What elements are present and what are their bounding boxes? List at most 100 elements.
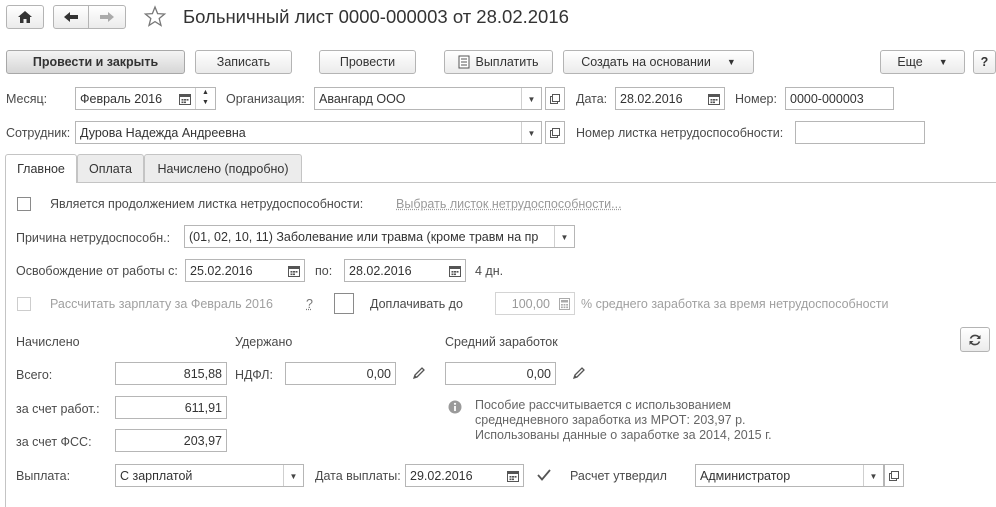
extra-pay-field[interactable]: 100,00 — [495, 292, 575, 315]
release-from-field[interactable]: 25.02.2016 — [185, 259, 305, 282]
pencil-icon[interactable] — [572, 366, 586, 383]
date-field[interactable]: 28.02.2016 — [615, 87, 725, 110]
tab-content-border — [5, 182, 6, 507]
release-to-label: по: — [315, 264, 333, 278]
back-button[interactable] — [53, 5, 89, 29]
stepper-icon[interactable]: ▲ ▼ — [195, 88, 215, 109]
release-to-value: 28.02.2016 — [349, 263, 412, 278]
employee-label: Сотрудник: — [6, 126, 71, 140]
more-button[interactable]: Еще ▼ — [880, 50, 965, 74]
number-value: 0000-000003 — [790, 91, 864, 106]
calendar-icon[interactable] — [288, 265, 300, 280]
sheet-number-label: Номер листка нетрудоспособности: — [576, 126, 784, 140]
month-value: Февраль 2016 — [80, 91, 163, 106]
create-based-on-button[interactable]: Создать на основании ▼ — [563, 50, 754, 74]
date-value: 28.02.2016 — [620, 91, 683, 106]
calc-salary-checkbox[interactable] — [17, 297, 31, 311]
calendar-icon[interactable] — [179, 93, 191, 108]
calendar-icon[interactable] — [449, 265, 461, 280]
month-label: Месяц: — [6, 92, 48, 106]
extra-pay-label: Доплачивать до — [370, 297, 463, 311]
info-line-2: среднедневного заработка из МРОТ: 203,97… — [475, 413, 746, 427]
chevron-down-icon[interactable]: ▼ — [554, 226, 574, 247]
payout-date-field[interactable]: 29.02.2016 — [405, 464, 524, 487]
reason-field[interactable]: (01, 02, 10, 11) Заболевание или травма … — [184, 225, 575, 248]
sheet-number-field[interactable] — [795, 121, 925, 144]
payout-date-value: 29.02.2016 — [410, 468, 473, 483]
post-and-close-button[interactable]: Провести и закрыть — [6, 50, 185, 74]
favorite-star-icon[interactable] — [143, 5, 167, 29]
calculator-icon[interactable] — [559, 298, 570, 313]
organization-label: Организация: — [226, 92, 305, 106]
release-label: Освобождение от работы с: — [16, 264, 178, 278]
pay-button[interactable]: Выплатить — [444, 50, 553, 74]
open-link-icon — [550, 93, 560, 104]
page-title: Больничный лист 0000-000003 от 28.02.201… — [183, 6, 569, 27]
calendar-icon[interactable] — [507, 470, 519, 485]
save-button[interactable]: Записать — [195, 50, 292, 74]
help-button[interactable]: ? — [973, 50, 996, 74]
month-field[interactable]: Февраль 2016 ▲ ▼ — [75, 87, 216, 110]
employer-label: за счет работ.: — [16, 402, 100, 416]
more-button-label: Еще — [897, 55, 923, 69]
organization-field[interactable]: Авангард ООО ▼ — [314, 87, 542, 110]
payout-field[interactable]: С зарплатой ▼ — [115, 464, 304, 487]
choose-sheet-link[interactable]: Выбрать листок нетрудоспособности... — [396, 197, 622, 211]
tab-accrued-detail[interactable]: Начислено (подробно) — [144, 154, 302, 182]
chevron-down-icon[interactable]: ▼ — [521, 122, 541, 143]
chevron-down-icon[interactable]: ▼ — [521, 88, 541, 109]
create-based-on-label: Создать на основании — [581, 55, 711, 69]
refresh-button[interactable] — [960, 327, 990, 352]
post-button[interactable]: Провести — [319, 50, 416, 74]
number-label: Номер: — [735, 92, 777, 106]
approved-checkbox[interactable] — [536, 467, 552, 483]
chevron-down-icon[interactable]: ▼ — [863, 465, 883, 486]
arrow-right-icon — [100, 12, 114, 22]
extra-pay-suffix: % среднего заработка за время нетрудоспо… — [581, 297, 889, 311]
accrued-header: Начислено — [16, 335, 80, 349]
total-field[interactable]: 815,88 — [115, 362, 227, 385]
continuation-checkbox[interactable] — [17, 197, 31, 211]
open-approver-button[interactable] — [884, 464, 904, 487]
extra-pay-checkbox[interactable] — [334, 293, 354, 314]
refresh-icon — [969, 334, 981, 345]
arrow-left-icon — [64, 12, 78, 22]
tab-main[interactable]: Главное — [5, 154, 77, 183]
reason-value: (01, 02, 10, 11) Заболевание или травма … — [189, 229, 539, 244]
home-button[interactable] — [6, 5, 44, 29]
employer-field[interactable]: 611,91 — [115, 396, 227, 419]
release-from-value: 25.02.2016 — [190, 263, 253, 278]
approved-by-value: Администратор — [700, 468, 791, 483]
reason-label: Причина нетрудоспособн.: — [16, 231, 171, 245]
chevron-down-icon: ▼ — [938, 57, 948, 67]
employee-value: Дурова Надежда Андреевна — [80, 125, 246, 140]
open-employee-button[interactable] — [545, 121, 565, 144]
ndfl-label: НДФЛ: — [235, 368, 273, 382]
payout-label: Выплата: — [16, 469, 71, 483]
tab-strip-line — [5, 182, 996, 183]
release-to-field[interactable]: 28.02.2016 — [344, 259, 466, 282]
home-icon — [18, 11, 32, 23]
checkmark-icon — [537, 469, 551, 481]
tab-payment[interactable]: Оплата — [77, 154, 144, 182]
continuation-label: Является продолжением листка нетрудоспос… — [50, 197, 364, 211]
open-organization-button[interactable] — [545, 87, 565, 110]
employee-field[interactable]: Дурова Надежда Андреевна ▼ — [75, 121, 542, 144]
calendar-icon[interactable] — [708, 93, 720, 108]
date-label: Дата: — [576, 92, 608, 106]
forward-button[interactable] — [88, 5, 126, 29]
number-field[interactable]: 0000-000003 — [785, 87, 894, 110]
fss-field[interactable]: 203,97 — [115, 429, 227, 452]
chevron-down-icon[interactable]: ▼ — [283, 465, 303, 486]
total-label: Всего: — [16, 368, 53, 382]
pencil-icon[interactable] — [412, 366, 426, 383]
ndfl-field[interactable]: 0,00 — [285, 362, 396, 385]
approved-by-field[interactable]: Администратор ▼ — [695, 464, 884, 487]
pay-button-label: Выплатить — [475, 55, 539, 69]
approved-label: Расчет утвердил — [570, 469, 667, 483]
calc-help-link[interactable]: ? — [306, 297, 313, 311]
open-link-icon — [550, 127, 560, 138]
document-icon — [458, 55, 470, 69]
average-earnings-field[interactable]: 0,00 — [445, 362, 556, 385]
info-line-1: Пособие рассчитывается с использованием — [475, 398, 732, 412]
